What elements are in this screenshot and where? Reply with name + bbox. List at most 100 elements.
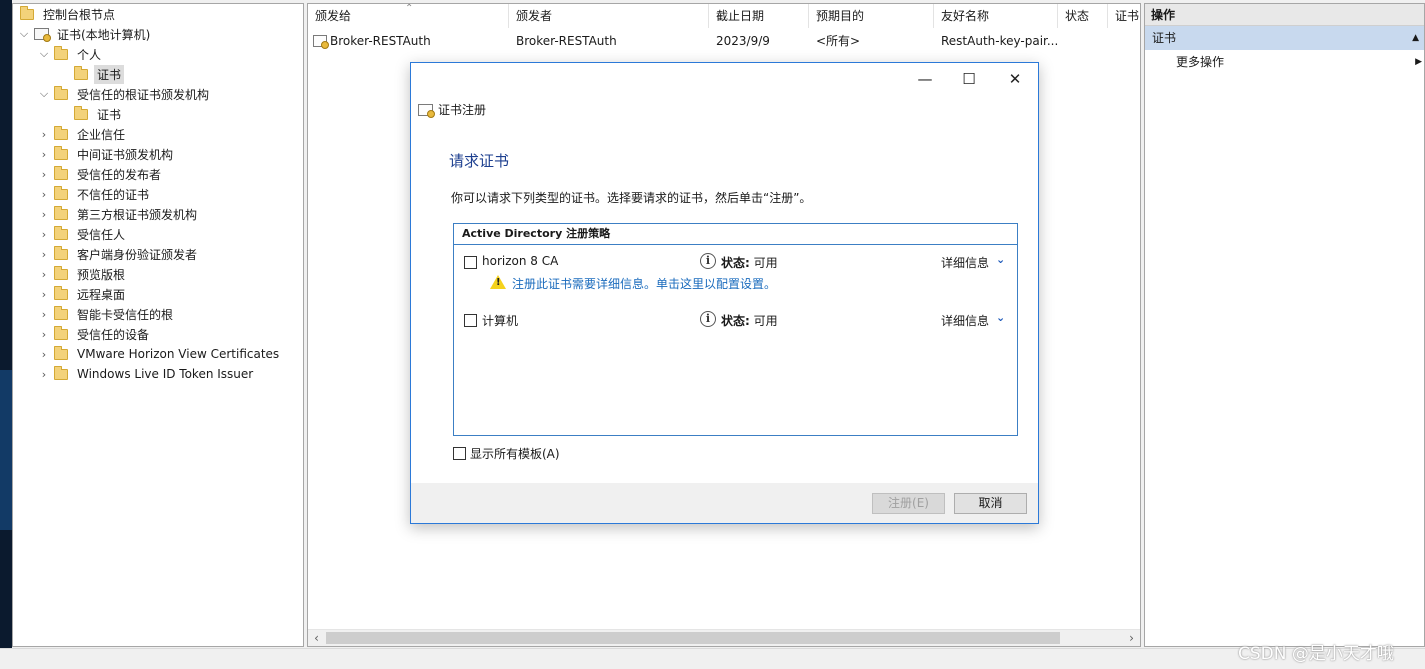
tree-item-label: 远程桌面 — [77, 287, 126, 302]
column-header-issued-to[interactable]: 颁发给 ⌃ — [308, 4, 509, 28]
tree-item-preview-root[interactable]: › 预览版根 — [37, 264, 128, 284]
tree-item-vmware-horizon[interactable]: › VMware Horizon View Certificates — [37, 344, 282, 364]
cell-purpose: <所有> — [816, 34, 861, 48]
folder-icon — [54, 285, 68, 300]
actions-section-certificates[interactable]: 证书 ▲ — [1145, 26, 1424, 50]
chevron-right-icon[interactable]: › — [37, 268, 51, 281]
chevron-down-icon[interactable]: ⌵ — [17, 27, 31, 41]
tree-item-personal[interactable]: ⌵ 个人 — [37, 44, 104, 64]
tree-item-remote-desktop[interactable]: › 远程桌面 — [37, 284, 128, 304]
column-header-purpose[interactable]: 预期目的 — [809, 4, 934, 28]
tree-item-trusted-root[interactable]: ⌵ 受信任的根证书颁发机构 — [37, 84, 212, 104]
collapse-up-icon[interactable]: ▲ — [1412, 26, 1419, 50]
chevron-right-icon[interactable]: › — [37, 128, 51, 141]
tree-cert-store[interactable]: ⌵ 证书(本地计算机) — [17, 24, 153, 44]
details-link[interactable]: 详细信息 — [941, 312, 989, 329]
tree-item-trusted-publishers[interactable]: › 受信任的发布者 — [37, 164, 164, 184]
more-actions-item[interactable]: 更多操作 ▶ — [1145, 50, 1424, 74]
scrollbar-thumb[interactable] — [326, 632, 1060, 644]
cell-issued-to: Broker-RESTAuth — [308, 30, 509, 52]
chevron-down-icon[interactable]: ⌵ — [37, 47, 51, 61]
folder-icon — [54, 325, 68, 340]
tree-item-label: 企业信任 — [77, 127, 126, 142]
cell-status — [1058, 30, 1108, 52]
chevron-right-icon[interactable]: › — [37, 228, 51, 241]
maximize-button[interactable]: ☐ — [946, 65, 992, 93]
tree-item-intermediate-ca[interactable]: › 中间证书颁发机构 — [37, 144, 176, 164]
tree-root[interactable]: 控制台根节点 — [17, 4, 118, 24]
tree-item-smartcard-root[interactable]: › 智能卡受信任的根 — [37, 304, 176, 324]
tree-item-third-party-root[interactable]: › 第三方根证书颁发机构 — [37, 204, 200, 224]
show-all-checkbox[interactable] — [453, 447, 466, 460]
column-header-label: 预期目的 — [816, 9, 865, 23]
console-tree[interactable]: 控制台根节点 ⌵ 证书(本地计算机) ⌵ 个人 证书 ⌵ 受信任的根证书颁发机构… — [12, 3, 304, 647]
actions-section-label: 证书 — [1152, 31, 1177, 45]
configure-settings-link[interactable]: 注册此证书需要详细信息。单击这里以配置设置。 — [512, 275, 776, 292]
template-checkbox[interactable] — [464, 256, 477, 269]
folder-icon — [74, 65, 88, 80]
info-icon: i — [700, 253, 716, 269]
column-header-expiry[interactable]: 截止日期 — [709, 4, 809, 28]
chevron-right-icon[interactable]: › — [37, 328, 51, 341]
chevron-down-icon[interactable]: ⌵ — [37, 87, 51, 101]
status-value: 可用 — [753, 256, 778, 270]
details-link[interactable]: 详细信息 — [941, 254, 989, 271]
cancel-button[interactable]: 取消 — [954, 493, 1027, 514]
tree-item-trusted-root-certs[interactable]: 证书 — [71, 104, 124, 124]
actions-pane: 操作 证书 ▲ 更多操作 ▶ — [1144, 3, 1425, 647]
horizontal-scrollbar[interactable]: ‹ › — [308, 629, 1140, 646]
tree-item-label: VMware Horizon View Certificates — [77, 347, 280, 361]
tree-root-label: 控制台根节点 — [43, 7, 116, 22]
scroll-right-icon[interactable]: › — [1123, 630, 1140, 646]
cell-expiry: 2023/9/9 — [716, 34, 770, 48]
folder-icon — [54, 145, 68, 160]
chevron-down-icon[interactable]: ⌄ — [996, 253, 1005, 266]
certificate-icon — [418, 103, 435, 118]
actions-header: 操作 — [1145, 4, 1424, 26]
tree-item-windows-live-id[interactable]: › Windows Live ID Token Issuer — [37, 364, 256, 384]
tree-item-label: 客户端身份验证颁发者 — [77, 247, 198, 262]
chevron-right-icon[interactable]: › — [37, 368, 51, 381]
folder-icon — [20, 5, 34, 20]
column-header-friendly-name[interactable]: 友好名称 — [934, 4, 1058, 28]
folder-icon — [54, 185, 68, 200]
chevron-right-icon[interactable]: › — [37, 148, 51, 161]
tree-item-trusted-people[interactable]: › 受信任人 — [37, 224, 128, 244]
tree-item-label: 不信任的证书 — [77, 187, 150, 202]
tree-item-client-auth[interactable]: › 客户端身份验证颁发者 — [37, 244, 200, 264]
chevron-right-icon[interactable]: › — [37, 248, 51, 261]
certificate-enrollment-dialog[interactable]: — ☐ ✕ 证书注册 请求证书 你可以请求下列类型的证书。选择要请求的证书，然后… — [410, 62, 1039, 524]
tree-item-label: 中间证书颁发机构 — [77, 147, 174, 162]
template-name: 计算机 — [482, 314, 519, 328]
chevron-right-icon[interactable]: › — [37, 348, 51, 361]
enroll-button[interactable]: 注册(E) — [872, 493, 945, 514]
chevron-right-icon[interactable]: › — [37, 288, 51, 301]
folder-icon — [54, 125, 68, 140]
column-header-status[interactable]: 状态 — [1058, 4, 1108, 28]
scroll-left-icon[interactable]: ‹ — [308, 630, 325, 646]
folder-icon — [54, 165, 68, 180]
chevron-right-icon[interactable]: › — [37, 208, 51, 221]
column-header-template[interactable]: 证书 — [1108, 4, 1140, 28]
template-status: 状态: 可用 — [721, 312, 778, 329]
tree-item-enterprise-trust[interactable]: › 企业信任 — [37, 124, 128, 144]
template-checkbox[interactable] — [464, 314, 477, 327]
tree-item-untrusted[interactable]: › 不信任的证书 — [37, 184, 152, 204]
cell-friendly-name: RestAuth-key-pair... — [941, 34, 1058, 48]
close-button[interactable]: ✕ — [992, 65, 1038, 93]
minimize-button[interactable]: — — [902, 65, 948, 93]
column-header-label: 颁发给 — [315, 9, 352, 23]
chevron-right-icon[interactable]: › — [37, 168, 51, 181]
tree-item-trusted-devices[interactable]: › 受信任的设备 — [37, 324, 152, 344]
status-label: 状态: — [721, 314, 750, 328]
status-value: 可用 — [753, 314, 778, 328]
dialog-title-text: 证书注册 — [438, 103, 487, 117]
chevron-down-icon[interactable]: ⌄ — [996, 311, 1005, 324]
chevron-right-icon[interactable]: › — [37, 308, 51, 321]
folder-icon — [54, 265, 68, 280]
tree-item-label: 证书 — [97, 107, 122, 122]
chevron-right-icon[interactable]: › — [37, 188, 51, 201]
column-header-issued-by[interactable]: 颁发者 — [509, 4, 709, 28]
dialog-heading: 请求证书 — [449, 152, 510, 170]
tree-item-personal-certs[interactable]: 证书 — [71, 64, 125, 84]
